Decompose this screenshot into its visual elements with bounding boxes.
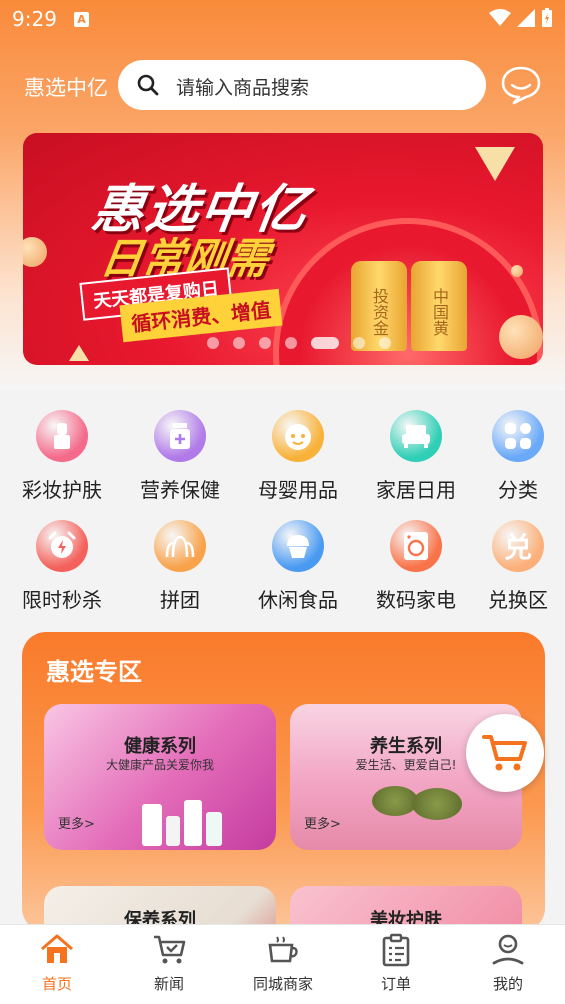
- category-item[interactable]: 限时秒杀: [12, 520, 112, 613]
- category-label: 休闲食品: [258, 588, 338, 612]
- exchange-char-icon: 兑: [492, 520, 544, 572]
- brand-name: 惠选中亿: [24, 76, 108, 100]
- card-more-link[interactable]: 更多>: [58, 813, 95, 832]
- baby-face-icon: [272, 410, 324, 462]
- cart-check-icon: [124, 933, 214, 969]
- tab-item[interactable]: 首页: [12, 933, 102, 994]
- home-icon: [12, 933, 102, 969]
- signal-icon: [517, 9, 535, 27]
- card-title: 健康系列: [124, 736, 196, 757]
- category-item[interactable]: 数码家电: [366, 520, 466, 613]
- tab-label: 首页: [41, 975, 72, 993]
- battery-icon: [542, 8, 552, 27]
- category-item[interactable]: 彩妆护肤: [12, 410, 112, 503]
- status-time: 9:29: [12, 7, 57, 31]
- category-label: 母婴用品: [258, 478, 338, 502]
- user-icon: [463, 933, 553, 969]
- category-item[interactable]: 母婴用品: [248, 410, 348, 503]
- category-item[interactable]: 家居日用: [366, 410, 466, 503]
- status-bar: 9:29 A: [0, 0, 565, 40]
- tab-item[interactable]: 我的: [463, 933, 553, 994]
- top-header: 惠选中亿 请输入商品搜索: [0, 58, 565, 114]
- carousel-dot[interactable]: [379, 337, 391, 349]
- carousel-dot[interactable]: [233, 337, 245, 349]
- banner-ball-decoration: [511, 265, 523, 277]
- category-item[interactable]: 拼团: [130, 520, 230, 613]
- medicine-bottle-icon: [154, 410, 206, 462]
- tab-label: 新闻: [153, 975, 184, 993]
- system-icons: [489, 8, 553, 28]
- carousel-dot[interactable]: [285, 337, 297, 349]
- cupcake-icon: [272, 520, 324, 572]
- card-subtitle: 大健康产品关爱你我: [105, 758, 214, 772]
- gold-bar: 中国黄: [411, 261, 467, 351]
- tea-leaves-image: [412, 788, 462, 820]
- promo-banner[interactable]: 惠选中亿 日常刚需 天天都是复购日 循环消费、增值 投资金 中国黄: [23, 133, 543, 365]
- message-icon[interactable]: [500, 64, 542, 106]
- carousel-dot[interactable]: [207, 337, 219, 349]
- lipstick-icon: [36, 410, 88, 462]
- zone-title: 惠选专区: [46, 658, 142, 686]
- category-label: 数码家电: [376, 588, 456, 612]
- cart-icon: [482, 735, 527, 771]
- grid-icon: [492, 410, 544, 462]
- carousel-dot[interactable]: [353, 337, 365, 349]
- banner-ball-decoration: [23, 237, 47, 267]
- category-label: 兑换区: [488, 588, 548, 612]
- sofa-icon: [390, 410, 442, 462]
- featured-zone: 惠选专区 健康系列 大健康产品关爱你我 更多> 养生系列 爱生活、更爱自己! 更…: [22, 632, 545, 1004]
- category-label: 限时秒杀: [22, 588, 102, 612]
- tab-label: 同城商家: [252, 975, 313, 993]
- category-label: 拼团: [160, 588, 200, 612]
- clipboard-icon: [351, 933, 441, 969]
- search-input[interactable]: 请输入商品搜索: [118, 60, 486, 110]
- coffee-cup-icon: [238, 933, 328, 969]
- search-placeholder: 请输入商品搜索: [176, 77, 310, 99]
- tab-item[interactable]: 同城商家: [238, 933, 328, 994]
- group-icon: [154, 520, 206, 572]
- category-label: 营养保健: [140, 478, 220, 502]
- alarm-clock-icon: [36, 520, 88, 572]
- category-label: 家居日用: [376, 478, 456, 502]
- washing-machine-icon: [390, 520, 442, 572]
- carousel-dot[interactable]: [311, 337, 339, 349]
- tab-label: 我的: [492, 975, 523, 993]
- tab-label: 订单: [380, 975, 411, 993]
- category-label: 分类: [498, 478, 538, 502]
- banner-triangle-decoration: [475, 147, 515, 181]
- tab-item[interactable]: 订单: [351, 933, 441, 994]
- bottom-tab-bar: 首页 新闻 同城商家 订单 我的: [0, 924, 565, 1004]
- category-label: 彩妆护肤: [22, 478, 102, 502]
- banner-triangle-decoration: [69, 345, 89, 361]
- floating-cart-button[interactable]: [466, 714, 544, 792]
- product-bottles-image: [142, 796, 234, 846]
- search-icon: [137, 74, 159, 96]
- notification-badge: A: [74, 12, 89, 27]
- tab-item[interactable]: 新闻: [124, 933, 214, 994]
- carousel-dot[interactable]: [259, 337, 271, 349]
- category-item[interactable]: 兑兑换区: [468, 520, 565, 613]
- card-health-series[interactable]: 健康系列 大健康产品关爱你我 更多>: [44, 704, 276, 850]
- category-item[interactable]: 休闲食品: [248, 520, 348, 613]
- carousel-indicator: [207, 337, 391, 349]
- category-item[interactable]: 营养保健: [130, 410, 230, 503]
- category-item[interactable]: 分类: [468, 410, 565, 503]
- tea-leaves-image: [372, 786, 418, 816]
- card-more-link[interactable]: 更多>: [304, 813, 341, 832]
- banner-ball-decoration: [499, 315, 543, 359]
- wifi-icon: [489, 9, 511, 26]
